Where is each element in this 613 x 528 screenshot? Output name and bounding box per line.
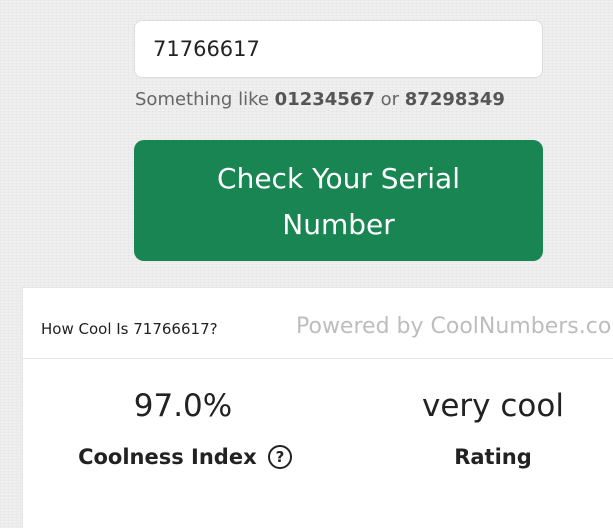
rating-value: very cool xyxy=(422,388,564,424)
check-serial-button[interactable]: Check Your Serial Number xyxy=(134,140,543,261)
serial-number-input[interactable] xyxy=(134,20,543,78)
input-hint: Something like 01234567 or 87298349 xyxy=(135,86,605,114)
powered-by-text: Powered by CoolNumbers.co xyxy=(296,314,612,339)
hint-example-one: 01234567 xyxy=(274,89,375,110)
hint-prefix: Something like xyxy=(135,89,269,110)
rating-label: Rating xyxy=(454,445,532,469)
hint-or: or xyxy=(380,89,400,110)
hint-example-two: 87298349 xyxy=(404,89,505,110)
coolness-index-label-row: Coolness Index ? xyxy=(75,445,295,469)
result-card: How Cool Is 71766617? Powered by CoolNum… xyxy=(22,287,613,528)
coolness-index-value: 97.0% xyxy=(133,388,233,424)
result-card-header: How Cool Is 71766617? Powered by CoolNum… xyxy=(23,288,613,359)
question-circle-icon[interactable]: ? xyxy=(267,445,292,469)
result-title: How Cool Is 71766617? xyxy=(41,320,218,338)
coolness-index-label: Coolness Index xyxy=(78,445,257,469)
